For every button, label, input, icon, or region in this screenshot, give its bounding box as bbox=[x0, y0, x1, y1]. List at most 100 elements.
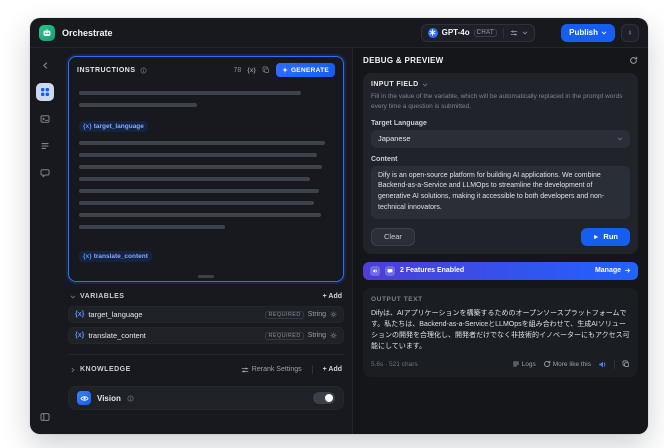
sidebar-item-api[interactable] bbox=[36, 110, 54, 128]
conversation-opener-feature-icon bbox=[385, 265, 395, 276]
variable-row-target-language[interactable]: {x} target_language REQUIRED String bbox=[68, 306, 344, 323]
copy-output-icon[interactable] bbox=[622, 360, 630, 368]
clear-button[interactable]: Clear bbox=[371, 227, 415, 246]
prompt-skeleton-line bbox=[79, 225, 225, 229]
toggle-panel-icon[interactable] bbox=[36, 408, 54, 426]
features-bar[interactable]: 2 Features Enabled Manage bbox=[363, 261, 638, 280]
vision-row: Vision bbox=[68, 386, 344, 410]
add-variable-button[interactable]: + Add bbox=[323, 293, 342, 300]
sidebar-item-annotations[interactable] bbox=[36, 164, 54, 182]
input-field-header[interactable]: INPUT FIELD bbox=[371, 81, 630, 88]
info-icon bbox=[127, 394, 134, 402]
instructions-panel[interactable]: INSTRUCTIONS 78 {x} GENERATE {x} target_… bbox=[68, 56, 344, 282]
variable-name: target_language bbox=[88, 310, 143, 319]
sidebar-rail bbox=[30, 48, 60, 434]
target-language-label: Target Language bbox=[371, 119, 427, 127]
generate-label: GENERATE bbox=[290, 66, 329, 74]
input-field-panel: INPUT FIELD Fill in the value of the var… bbox=[363, 73, 638, 254]
chevron-right-icon[interactable] bbox=[70, 367, 76, 373]
topbar: Orchestrate GPT-4o CHAT Publish bbox=[30, 18, 648, 48]
vision-icon bbox=[77, 391, 91, 405]
add-knowledge-button[interactable]: + Add bbox=[323, 366, 342, 373]
knowledge-section: KNOWLEDGE Rerank Settings + Add bbox=[68, 354, 344, 376]
variable-type: String bbox=[307, 311, 326, 318]
required-badge: REQUIRED bbox=[265, 310, 304, 319]
model-mode-badge: CHAT bbox=[473, 28, 498, 37]
variable-chip-translate-content[interactable]: {x} translate_content bbox=[79, 251, 152, 262]
chevron-down-icon[interactable] bbox=[70, 294, 76, 300]
experiments-button[interactable] bbox=[621, 23, 639, 42]
instructions-title: INSTRUCTIONS bbox=[77, 66, 136, 74]
target-language-value: Japanese bbox=[378, 134, 411, 143]
sidebar-item-logs[interactable] bbox=[36, 137, 54, 155]
output-stats: 5.6s · 521 chars bbox=[371, 360, 418, 368]
target-language-select[interactable]: Japanese bbox=[371, 129, 630, 148]
variable-prefix: {x} bbox=[83, 123, 92, 130]
toggle-knob bbox=[325, 394, 333, 402]
variables-header: VARIABLES + Add bbox=[68, 291, 344, 302]
prompt-skeleton-line bbox=[79, 189, 319, 193]
run-button[interactable]: Run bbox=[581, 227, 630, 246]
publish-label: Publish bbox=[569, 28, 598, 37]
instructions-header: INSTRUCTIONS 78 {x} GENERATE bbox=[69, 57, 343, 79]
prompt-skeleton-line bbox=[79, 103, 197, 107]
variable-row-translate-content[interactable]: {x} translate_content REQUIRED String bbox=[68, 327, 344, 344]
orchestrate-column: INSTRUCTIONS 78 {x} GENERATE {x} target_… bbox=[60, 48, 352, 434]
variable-prefix: {x} bbox=[75, 332, 85, 339]
variable-settings-icon[interactable] bbox=[330, 332, 337, 339]
rerank-settings-label: Rerank Settings bbox=[251, 366, 302, 373]
resize-handle[interactable] bbox=[198, 275, 214, 278]
output-footer: 5.6s · 521 chars Logs More like this bbox=[371, 359, 630, 369]
prompt-line: {x} translate_content bbox=[79, 245, 333, 263]
model-name: GPT-4o bbox=[441, 28, 470, 37]
copy-icon[interactable] bbox=[262, 66, 270, 74]
info-icon bbox=[139, 66, 147, 74]
vision-toggle[interactable] bbox=[313, 392, 335, 404]
debug-title: DEBUG & PREVIEW bbox=[363, 56, 444, 65]
back-icon[interactable] bbox=[36, 56, 54, 74]
rerank-settings-button[interactable]: Rerank Settings bbox=[241, 366, 302, 374]
model-selector[interactable]: GPT-4o CHAT bbox=[420, 23, 536, 42]
input-field-description: Fill in the value of the variable, which… bbox=[371, 93, 623, 110]
logs-button[interactable]: Logs bbox=[512, 360, 536, 368]
manage-features-button[interactable]: Manage bbox=[595, 267, 631, 274]
prompt-editor[interactable]: {x} target_language {x} translate_conten… bbox=[69, 79, 343, 273]
knowledge-header: KNOWLEDGE Rerank Settings + Add bbox=[68, 363, 344, 376]
app-logo-icon[interactable] bbox=[39, 24, 55, 41]
model-params-icon[interactable] bbox=[510, 29, 518, 37]
content-textarea[interactable]: Dify is an open-source platform for buil… bbox=[371, 165, 630, 219]
prompt-line: {x} target_language bbox=[79, 115, 333, 133]
variable-chip-label: target_language bbox=[93, 123, 144, 130]
publish-button[interactable]: Publish bbox=[561, 23, 615, 42]
page-title: Orchestrate bbox=[62, 27, 113, 38]
insert-variable-icon[interactable]: {x} bbox=[247, 67, 256, 74]
output-text: Difyは、AIアプリケーションを構築するためのオープンソースプラットフォームで… bbox=[371, 309, 630, 351]
variable-settings-icon[interactable] bbox=[330, 311, 337, 318]
features-enabled-label: 2 Features Enabled bbox=[400, 267, 465, 275]
variable-name: translate_content bbox=[88, 331, 146, 340]
output-panel: OUTPUT TEXT Difyは、AIアプリケーションを構築するためのオープン… bbox=[363, 287, 638, 377]
required-badge: REQUIRED bbox=[265, 331, 304, 340]
output-title: OUTPUT TEXT bbox=[371, 295, 423, 303]
debug-preview-column: DEBUG & PREVIEW INPUT FIELD Fill in the … bbox=[352, 48, 648, 434]
chevron-down-icon bbox=[422, 82, 428, 88]
sidebar-item-orchestrate[interactable] bbox=[36, 83, 54, 101]
debug-header: DEBUG & PREVIEW bbox=[363, 56, 638, 65]
text-to-speech-feature-icon bbox=[370, 265, 380, 276]
more-like-this-button[interactable]: More like this bbox=[543, 360, 591, 368]
vision-title: Vision bbox=[97, 393, 121, 403]
speaker-icon[interactable] bbox=[598, 360, 607, 369]
logs-label: Logs bbox=[521, 360, 536, 368]
run-label: Run bbox=[603, 232, 618, 242]
input-field-title: INPUT FIELD bbox=[371, 81, 419, 88]
prompt-skeleton-line bbox=[79, 141, 325, 145]
content-label: Content bbox=[371, 155, 398, 163]
model-provider-icon bbox=[427, 27, 438, 38]
variable-prefix: {x} bbox=[75, 311, 85, 318]
chevron-down-icon[interactable] bbox=[522, 30, 528, 36]
generate-button[interactable]: GENERATE bbox=[275, 63, 335, 77]
variable-chip-target-language[interactable]: {x} target_language bbox=[79, 121, 148, 132]
prompt-skeleton-line bbox=[79, 213, 321, 217]
variable-chip-label: translate_content bbox=[93, 253, 148, 260]
refresh-icon[interactable] bbox=[629, 56, 638, 65]
